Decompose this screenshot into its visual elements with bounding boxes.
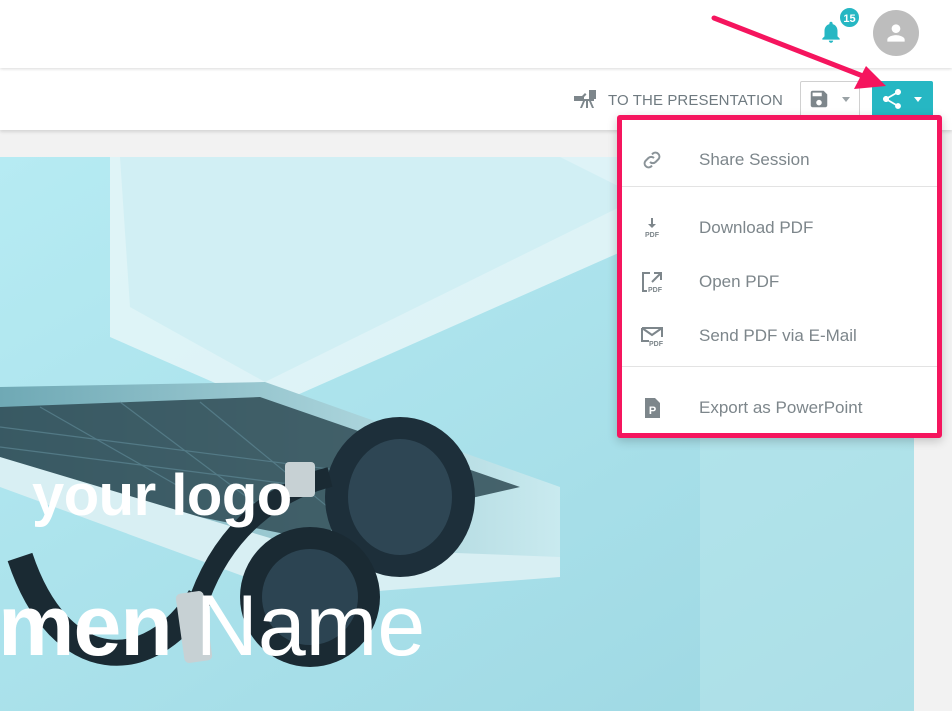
menu-item-label: Share Session xyxy=(699,150,810,169)
chevron-down-icon[interactable] xyxy=(842,96,850,102)
svg-text:PDF: PDF xyxy=(649,341,664,348)
powerpoint-icon: P xyxy=(645,398,660,418)
menu-item-label: Export as PowerPoint xyxy=(699,398,863,417)
slide-logo-text: your logo xyxy=(32,463,292,528)
user-icon xyxy=(887,24,905,42)
share-button[interactable] xyxy=(872,81,933,117)
to-presentation-button[interactable]: TO THE PRESENTATION xyxy=(572,86,783,114)
floppy-disk-icon xyxy=(810,90,828,108)
menu-item-label: Open PDF xyxy=(699,272,780,291)
share-icon xyxy=(883,89,901,109)
menu-item-open-pdf[interactable]: PDF Open PDF xyxy=(622,258,937,306)
menu-divider xyxy=(622,186,937,187)
menu-item-label: Send PDF via E-Mail xyxy=(699,326,857,345)
svg-text:P: P xyxy=(649,405,656,417)
menu-item-export-powerpoint[interactable]: P Export as PowerPoint xyxy=(622,384,937,432)
menu-item-share-session[interactable]: Share Session xyxy=(622,136,937,184)
save-button[interactable] xyxy=(800,81,860,117)
chevron-down-icon[interactable] xyxy=(914,96,922,102)
svg-text:PDF: PDF xyxy=(648,287,663,294)
download-pdf-icon: PDF xyxy=(645,218,660,239)
avatar[interactable] xyxy=(873,10,919,56)
link-icon xyxy=(643,151,661,169)
share-dropdown-menu: Share Session PDF Download PDF PDF Open … xyxy=(617,115,942,438)
email-pdf-icon: PDF xyxy=(641,327,664,348)
name-light-part: Name xyxy=(195,578,426,674)
open-pdf-icon: PDF xyxy=(642,272,663,294)
menu-item-send-pdf-email[interactable]: PDF Send PDF via E-Mail xyxy=(622,312,937,360)
name-bold-part: men xyxy=(0,578,173,674)
presentation-icon xyxy=(574,90,596,108)
top-bar: 15 xyxy=(0,0,952,68)
menu-item-label: Download PDF xyxy=(699,218,814,237)
menu-divider xyxy=(622,366,937,367)
notification-badge: 15 xyxy=(838,6,861,29)
menu-item-download-pdf[interactable]: PDF Download PDF xyxy=(622,204,937,252)
to-presentation-label: TO THE PRESENTATION xyxy=(608,91,783,109)
slide-name-text: men Name xyxy=(0,577,425,676)
svg-text:PDF: PDF xyxy=(645,232,660,239)
